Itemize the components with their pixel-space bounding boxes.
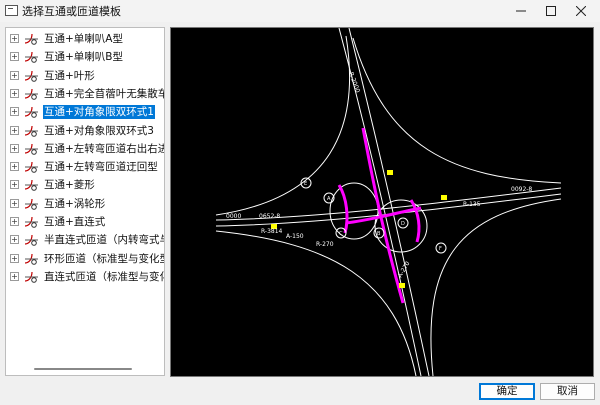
interchange-icon <box>24 87 39 101</box>
tree-item[interactable]: + 半直连式匝道（内转弯式与外转弯式） <box>6 231 164 249</box>
ok-button[interactable]: 确定 <box>479 383 535 400</box>
expand-icon[interactable]: + <box>10 88 19 98</box>
expand-icon[interactable]: + <box>10 235 19 245</box>
expand-icon[interactable]: + <box>10 180 19 190</box>
highlight-loop-left <box>337 184 349 234</box>
template-preview: R-2000 R-3814 A-150 R-270 A-270 R-135 00… <box>170 27 594 377</box>
mainline-ew-2 <box>215 193 562 227</box>
label-a150: A-150 <box>286 233 304 240</box>
cancel-button[interactable]: 取消 <box>540 383 595 400</box>
expand-icon[interactable]: + <box>10 162 19 172</box>
tree-item[interactable]: + 互通+左转弯匝道右出右进式 <box>6 140 164 158</box>
interchange-icon <box>24 197 39 211</box>
tree-item[interactable]: + 互通+单喇叭A型 <box>6 30 164 48</box>
mainline-ns-2 <box>348 28 430 376</box>
tree-item[interactable]: + 互通+对角象限双环式1 <box>6 103 164 121</box>
expand-icon[interactable]: + <box>10 52 19 62</box>
title-bar: 选择互通或匝道模板 <box>0 0 600 22</box>
tree-item-label: 互通+完全苜蓿叶无集散车道 <box>44 87 164 100</box>
maximize-button[interactable] <box>536 0 566 22</box>
scrollbar-thumb[interactable] <box>34 368 132 370</box>
expand-icon[interactable]: + <box>10 253 19 263</box>
label-a270: A-270 <box>397 260 412 279</box>
maximize-icon <box>546 6 556 16</box>
tree-item[interactable]: + 互通+涡轮形 <box>6 195 164 213</box>
close-button[interactable] <box>566 0 596 22</box>
tree-item-label: 半直连式匝道（内转弯式与外转弯式） <box>44 234 164 247</box>
tree-item-label: 互通+对角象限双环式3 <box>44 124 154 137</box>
tree-item[interactable]: + 互通+直连式 <box>6 213 164 231</box>
tree-item-label: 互通+菱形 <box>44 179 95 192</box>
interchange-icon <box>24 32 39 46</box>
tree-item-label: 互通+单喇叭B型 <box>44 51 124 64</box>
tree-item-label: 互通+左转弯匝道迂回型 <box>44 161 158 174</box>
label-c2: 0092-8 <box>511 186 532 193</box>
minimize-button[interactable] <box>506 0 536 22</box>
text-circle-e: E <box>304 181 307 187</box>
label-r-left: R-3814 <box>261 228 283 235</box>
label-r270: R-270 <box>316 241 334 248</box>
expand-icon[interactable]: + <box>10 34 19 43</box>
tree-item-label: 互通+单喇叭A型 <box>44 33 123 45</box>
marker-south <box>399 283 405 288</box>
template-tree[interactable]: + 互通+单喇叭A型 + 互通+单喇叭B型 + 互通+叶形 + 互通+完全苜蓿叶无集散车道 + 互… <box>5 27 165 376</box>
interchange-icon <box>24 142 39 156</box>
interchange-icon <box>24 270 39 284</box>
interchange-icon <box>24 233 39 247</box>
interchange-icon <box>24 124 39 138</box>
loop-left <box>329 182 379 240</box>
interchange-icon <box>24 215 39 229</box>
marker-east <box>441 195 447 200</box>
interchange-icon <box>24 252 39 266</box>
ramp-sw <box>215 230 417 376</box>
ramp-se <box>430 198 562 376</box>
interchange-icon <box>24 160 39 174</box>
window-title: 选择互通或匝道模板 <box>22 5 121 18</box>
label-c1: 0652-8 <box>259 213 280 220</box>
expand-icon[interactable]: + <box>10 143 19 153</box>
app-icon <box>5 5 18 16</box>
ramp-nw <box>215 35 351 216</box>
tree-item[interactable]: + 直连式匝道（标准型与变化型） <box>6 268 164 286</box>
ramp-ne <box>352 37 562 184</box>
tree-item-label: 环形匝道（标准型与变化型） <box>44 252 164 265</box>
label-c0: 0000 <box>226 213 241 220</box>
tree-item-label: 直连式匝道（标准型与变化型） <box>44 270 164 283</box>
text-circle-a: A <box>327 196 331 202</box>
expand-icon[interactable]: + <box>10 217 19 226</box>
expand-icon[interactable]: + <box>10 70 19 80</box>
expand-icon[interactable]: + <box>10 125 19 135</box>
text-circle-f: F <box>439 246 442 252</box>
expand-icon[interactable]: + <box>10 198 19 208</box>
text-circle-d: D <box>401 221 405 227</box>
text-circle-c: C <box>339 231 343 237</box>
text-circle-b: B <box>377 231 381 237</box>
tree-item[interactable]: + 环形匝道（标准型与变化型） <box>6 250 164 268</box>
interchange-icon <box>24 105 39 119</box>
interchange-icon <box>24 178 39 192</box>
close-icon <box>576 6 586 16</box>
interchange-drawing: R-2000 R-3814 A-150 R-270 A-270 R-135 00… <box>215 28 562 376</box>
tree-item[interactable]: + 互通+叶形 <box>6 67 164 85</box>
highlight-ew <box>345 206 422 225</box>
tree-item-label: 互通+涡轮形 <box>44 197 106 210</box>
tree-item-label: 互通+直连式 <box>44 216 106 228</box>
tree-item-label: 互通+左转弯匝道右出右进式 <box>44 142 164 155</box>
tree-item-label: 互通+叶形 <box>44 69 95 82</box>
minimize-icon <box>516 10 526 12</box>
tree-item[interactable]: + 互通+完全苜蓿叶无集散车道 <box>6 85 164 103</box>
marker-north <box>387 170 393 175</box>
interchange-icon <box>24 69 39 83</box>
interchange-icon <box>24 50 39 64</box>
tree-item[interactable]: + 互通+对角象限双环式3 <box>6 122 164 140</box>
tree-item[interactable]: + 互通+单喇叭B型 <box>6 48 164 66</box>
expand-icon[interactable]: + <box>10 271 19 281</box>
tree-item[interactable]: + 互通+左转弯匝道迂回型 <box>6 158 164 176</box>
tree-item[interactable]: + 互通+菱形 <box>6 176 164 194</box>
horizontal-scrollbar[interactable] <box>6 363 164 375</box>
label-r135: R-135 <box>463 201 481 208</box>
tree-item-label: 互通+对角象限双环式1 <box>43 105 155 120</box>
expand-icon[interactable]: + <box>10 107 19 117</box>
